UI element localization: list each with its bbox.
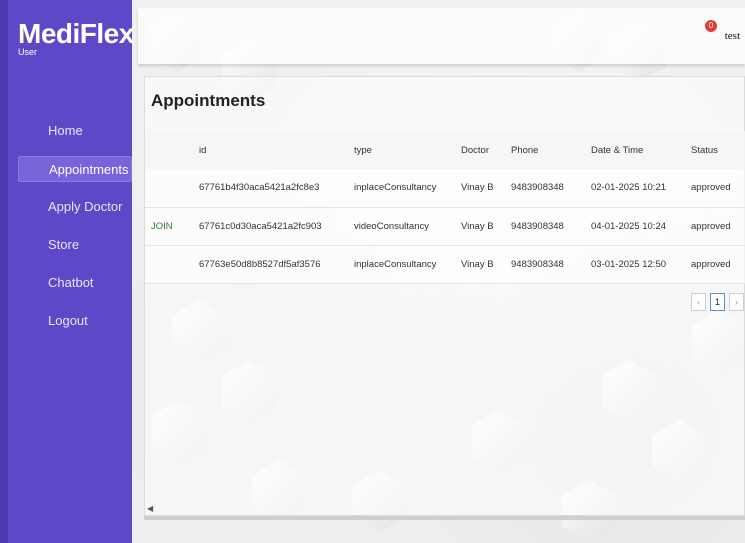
row-type: videoConsultancy [354,220,429,232]
column-header-datetime[interactable]: Date & Time [585,131,685,169]
row-phone: 9483908348 [511,220,564,232]
row-status: approved [691,258,731,270]
row-id: 67761c0d30aca5421a2fc903 [199,220,322,232]
pagination-next-button[interactable]: › [729,293,744,311]
table-row[interactable]: 67761b4f30aca5421a2fc8e3 inplaceConsulta… [145,169,745,207]
appointments-panel: Appointments id type Doctor Phone Date &… [144,76,745,516]
row-datetime: 02-01-2025 10:21 [591,182,667,194]
table-row[interactable]: JOIN 67761c0d30aca5421a2fc903 videoConsu… [145,207,745,245]
column-header-id[interactable]: id [193,131,348,169]
app-logo[interactable]: MediFlex [18,18,134,50]
join-button[interactable]: JOIN [145,207,193,245]
sidebar-item-appointments[interactable]: Appointments [18,156,132,182]
row-type: inplaceConsultancy [354,182,437,194]
sidebar: MediFlex User Home Appointments Apply Do… [0,0,134,543]
sidebar-item-apply-doctor[interactable]: Apply Doctor [8,194,132,220]
appointments-table: id type Doctor Phone Date & Time Status … [145,131,745,284]
row-doctor: Vinay B [461,220,494,232]
user-role-label: User [18,47,38,57]
table-row[interactable]: 67763e50d8b8527df5af3576 inplaceConsulta… [145,245,745,283]
row-doctor: Vinay B [461,182,494,194]
row-phone: 9483908348 [511,182,564,194]
page-title: Appointments [151,91,266,110]
sidebar-item-store[interactable]: Store [8,232,132,258]
row-datetime: 03-01-2025 12:50 [591,258,667,270]
sidebar-menu: Home Appointments Apply Doctor Store Cha… [8,118,132,346]
sidebar-item-logout[interactable]: Logout [8,308,132,334]
row-action [145,245,193,283]
row-status: approved [691,182,731,194]
column-header-phone[interactable]: Phone [505,131,585,169]
scroll-left-arrow-icon[interactable]: ◀ [147,504,153,513]
username-link[interactable]: test [725,30,740,42]
sidebar-item-chatbot[interactable]: Chatbot [8,270,132,296]
table-header-row: id type Doctor Phone Date & Time Status [145,131,745,169]
row-phone: 9483908348 [511,258,564,270]
notification-badge[interactable]: 0 [705,20,717,32]
row-doctor: Vinay B [461,258,494,270]
pagination-prev-button[interactable]: ‹ [691,293,706,311]
row-datetime: 04-01-2025 10:24 [591,220,667,232]
column-header-action [145,131,193,169]
row-action [145,169,193,207]
row-id: 67761b4f30aca5421a2fc8e3 [199,182,320,194]
row-type: inplaceConsultancy [354,258,437,270]
horizontal-scrollbar[interactable] [144,516,745,520]
pagination-page-button[interactable]: 1 [710,293,725,311]
row-status: approved [691,220,731,232]
column-header-status[interactable]: Status [685,131,745,169]
top-header: 0 test [138,8,745,64]
row-id: 67763e50d8b8527df5af3576 [199,258,321,270]
column-header-type[interactable]: type [348,131,455,169]
column-header-doctor[interactable]: Doctor [455,131,505,169]
sidebar-item-home[interactable]: Home [8,118,132,144]
pagination: ‹ 1 › [687,293,744,311]
